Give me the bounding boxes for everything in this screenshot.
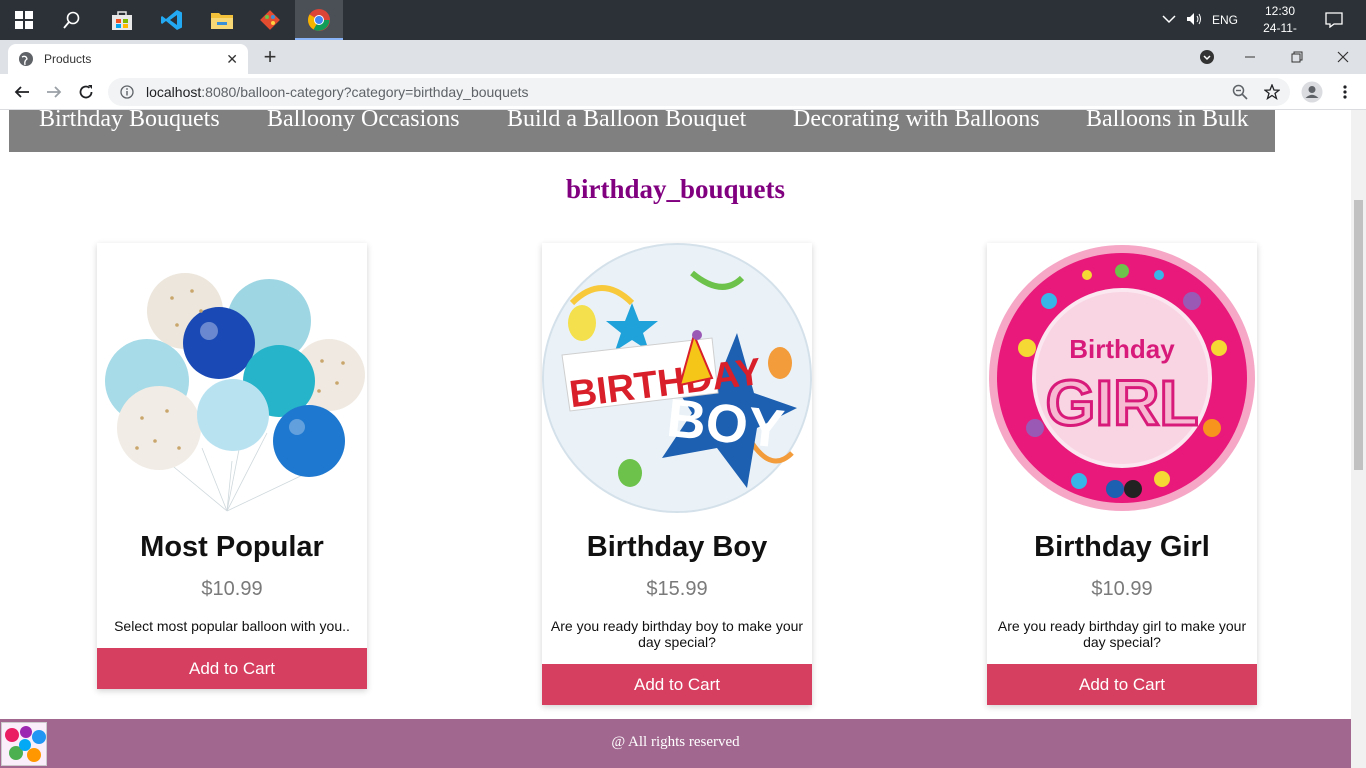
svg-text:BOY: BOY	[664, 388, 787, 460]
add-to-cart-button[interactable]: Add to Cart	[987, 664, 1257, 705]
product-price: $10.99	[201, 578, 263, 600]
product-name: Most Popular	[140, 531, 324, 563]
chrome-app[interactable]	[295, 0, 343, 40]
footer-copyright: @ All rights reserved	[611, 734, 740, 750]
page-title: birthday_bouquets	[565, 174, 786, 204]
menu-button[interactable]	[1333, 80, 1357, 104]
profile-button[interactable]	[1300, 80, 1324, 104]
star-icon	[1264, 84, 1280, 100]
close-icon	[1337, 51, 1349, 63]
product-description: Are you ready birthday boy to make your …	[550, 618, 804, 650]
forward-button[interactable]	[42, 80, 66, 104]
url-path: :8080/balloon-category?category=birthday…	[201, 84, 529, 100]
reload-button[interactable]	[74, 80, 98, 104]
restore-icon	[1291, 51, 1303, 63]
chrome-icon	[308, 9, 330, 31]
minimize-button[interactable]	[1227, 40, 1273, 74]
windows-icon	[15, 11, 33, 29]
tab-title: Products	[44, 52, 92, 66]
search-icon	[63, 11, 80, 29]
action-center-button[interactable]	[1310, 0, 1358, 40]
nav-build-a-balloon-bouquet[interactable]: Build a Balloon Bouquet	[507, 110, 746, 133]
close-window-button[interactable]	[1320, 40, 1366, 74]
search-button[interactable]	[48, 0, 96, 40]
git-app[interactable]	[246, 0, 294, 40]
start-button[interactable]	[0, 0, 48, 40]
close-tab-icon[interactable]: ✕	[226, 51, 238, 68]
browser-tab[interactable]: Products ✕	[8, 44, 248, 74]
new-tab-button[interactable]: +	[258, 46, 282, 70]
product-description: Are you ready birthday girl to make your…	[997, 618, 1247, 650]
more-vertical-icon	[1343, 85, 1347, 99]
svg-text:GIRL: GIRL	[1046, 367, 1199, 439]
clock-time: 12:30	[1264, 4, 1296, 18]
svg-text:Birthday: Birthday	[1069, 334, 1175, 364]
product-name: Birthday Boy	[586, 531, 768, 563]
product-image-most-popular	[97, 243, 367, 513]
zoom-button[interactable]	[1228, 80, 1252, 104]
globe-icon	[19, 52, 33, 66]
product-image-birthday-boy: BIRTHDAY BOY	[542, 243, 812, 513]
git-icon	[260, 10, 280, 30]
page-scrollbar[interactable]	[1351, 110, 1366, 768]
chevron-up-icon[interactable]	[1162, 13, 1180, 27]
footer: @ All rights reserved	[0, 719, 1351, 768]
browser-toolbar: localhost:8080/balloon-category?category…	[0, 74, 1366, 110]
product-card: Birthday GIRL Birthday Girl $10.99 Are y…	[987, 243, 1257, 705]
product-description: Select most popular balloon with you..	[114, 618, 350, 634]
vscode-icon	[161, 10, 182, 30]
info-icon[interactable]	[120, 85, 134, 99]
add-to-cart-button[interactable]: Add to Cart	[542, 664, 812, 705]
notification-icon	[1325, 12, 1343, 28]
product-name: Birthday Girl	[1034, 531, 1210, 563]
scrollbar-thumb[interactable]	[1354, 200, 1363, 470]
store-icon	[112, 11, 132, 30]
restore-button[interactable]	[1274, 40, 1320, 74]
category-nav: Birthday Bouquets Balloony Occasions Bui…	[9, 110, 1275, 152]
product-card: BIRTHDAY BOY Birthday Boy $15.99 Are you…	[542, 243, 812, 705]
product-image-birthday-girl: Birthday GIRL	[987, 243, 1257, 513]
url-text[interactable]: localhost:8080/balloon-category?category…	[146, 84, 529, 100]
arrow-left-icon	[14, 86, 29, 98]
product-price: $15.99	[646, 578, 708, 600]
page-viewport: Birthday Bouquets Balloony Occasions Bui…	[0, 110, 1351, 768]
bookmark-button[interactable]	[1260, 80, 1284, 104]
system-tray: ENG	[1162, 0, 1238, 40]
nav-balloons-in-bulk[interactable]: Balloons in Bulk	[1086, 110, 1249, 133]
zoom-out-icon	[1232, 84, 1248, 100]
tab-strip: Products ✕ +	[0, 40, 1366, 74]
nav-balloony-occasions[interactable]: Balloony Occasions	[267, 110, 460, 133]
product-price: $10.99	[1091, 578, 1153, 600]
back-button[interactable]	[10, 80, 34, 104]
nav-decorating-with-balloons[interactable]: Decorating with Balloons	[793, 110, 1040, 133]
taskbar: ENG 12:30 24-11-2021	[0, 0, 1366, 52]
chevron-down-icon	[1200, 50, 1214, 64]
url-host: localhost	[146, 84, 202, 100]
language-indicator[interactable]: ENG	[1212, 13, 1238, 27]
address-bar[interactable]: localhost:8080/balloon-category?category…	[108, 78, 1290, 106]
add-to-cart-button[interactable]: Add to Cart	[97, 648, 367, 689]
volume-icon[interactable]	[1186, 12, 1210, 29]
vscode-app[interactable]	[148, 0, 196, 40]
nav-birthday-bouquets[interactable]: Birthday Bouquets	[39, 110, 220, 133]
avatar-icon	[1301, 81, 1323, 103]
folder-icon	[211, 13, 233, 29]
product-card: Most Popular $10.99 Select most popular …	[97, 243, 367, 689]
arrow-right-icon	[47, 86, 62, 98]
reload-icon	[79, 85, 93, 99]
file-explorer-app[interactable]	[198, 0, 246, 40]
minimize-icon	[1245, 56, 1255, 58]
tab-search-button[interactable]	[1184, 40, 1230, 74]
store-app[interactable]	[98, 0, 146, 40]
